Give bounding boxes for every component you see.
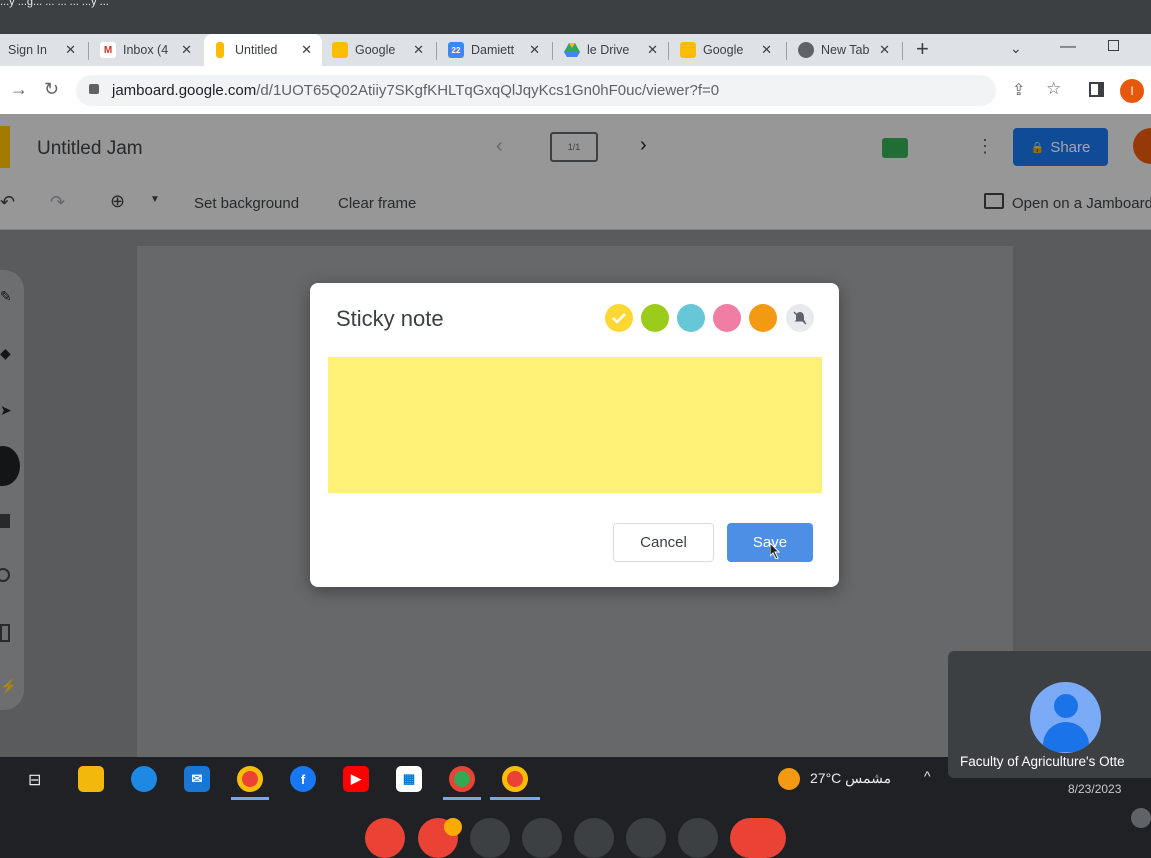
mic-off-button[interactable] (365, 818, 405, 858)
present-button[interactable] (574, 818, 614, 858)
keep-icon (680, 42, 696, 58)
chrome-icon[interactable] (237, 766, 263, 792)
close-icon[interactable]: ✕ (301, 42, 312, 58)
calendar-icon: 22 (448, 42, 464, 58)
tray-chevron-icon[interactable]: ^ (924, 768, 931, 784)
tab-label: Google (703, 43, 744, 57)
reload-icon[interactable]: ↻ (44, 79, 59, 100)
new-tab-button[interactable]: + (916, 36, 929, 62)
color-swatch-yellow[interactable] (605, 304, 633, 332)
tab-damietta[interactable]: 22 Damiett ✕ (440, 34, 550, 66)
lock-icon[interactable] (89, 84, 99, 94)
close-icon[interactable]: ✕ (761, 42, 772, 58)
chrome-meet-icon[interactable] (502, 766, 528, 792)
cancel-label: Cancel (640, 534, 687, 551)
emoji-button[interactable] (522, 818, 562, 858)
share-page-icon[interactable]: ⇪ (1012, 80, 1025, 100)
profile-avatar[interactable]: I (1120, 79, 1144, 103)
sticky-note-text-area[interactable] (328, 357, 822, 493)
tab-inbox[interactable]: M Inbox (4 ✕ (92, 34, 202, 66)
tab-new-tab[interactable]: New Tab ✕ (790, 34, 900, 66)
dialog-title: Sticky note (336, 306, 444, 331)
task-view-icon[interactable]: ⊟ (28, 770, 41, 790)
tab-label: New Tab (821, 43, 870, 57)
forward-icon[interactable]: → (10, 79, 28, 100)
jamboard-icon (216, 42, 224, 58)
restore-icon[interactable] (1108, 40, 1119, 51)
tab-label: Google (355, 43, 396, 57)
taskbar-date[interactable]: 8/23/2023 (1068, 782, 1121, 796)
tab-separator (668, 42, 669, 60)
mail-icon[interactable]: ✉ (184, 766, 210, 792)
weather-text[interactable]: 27°C مشمس (810, 770, 891, 787)
close-icon[interactable]: ✕ (529, 42, 540, 58)
meet-caption: ...y ...g... ... ... ... ...y ... (0, 0, 109, 8)
weather-icon[interactable] (778, 768, 800, 790)
tab-separator (902, 42, 903, 60)
window-top-strip (0, 14, 1151, 34)
drive-icon (564, 42, 580, 58)
participant-count-badge[interactable] (1131, 808, 1151, 828)
tab-google-2[interactable]: Google ✕ (672, 34, 782, 66)
tab-search-icon[interactable]: ⌄ (1010, 40, 1022, 57)
tab-separator (88, 42, 89, 60)
file-explorer-icon[interactable] (78, 766, 104, 792)
color-swatch-pink[interactable] (713, 304, 741, 332)
tab-separator (552, 42, 553, 60)
warning-badge (444, 818, 462, 836)
chrome-profile-icon[interactable] (449, 766, 475, 792)
facebook-icon[interactable]: f (290, 766, 316, 792)
close-icon[interactable]: ✕ (879, 42, 890, 58)
color-swatch-teal[interactable] (677, 304, 705, 332)
more-options-button[interactable] (678, 818, 718, 858)
close-icon[interactable]: ✕ (181, 42, 192, 58)
notifications-off-icon[interactable] (786, 304, 814, 332)
participant-avatar-icon (1030, 682, 1101, 753)
tab-drive[interactable]: le Drive ✕ (556, 34, 668, 66)
gmail-icon: M (100, 42, 116, 58)
close-icon[interactable]: ✕ (65, 42, 76, 58)
check-icon (612, 313, 626, 324)
side-panel-icon[interactable] (1089, 82, 1104, 97)
tab-label: le Drive (587, 43, 630, 57)
store-icon[interactable]: ▦ (396, 766, 422, 792)
cancel-button[interactable]: Cancel (613, 523, 714, 562)
tab-strip: Sign In ✕ M Inbox (4 ✕ Untitled ✕ Google… (0, 34, 1151, 66)
keep-icon (332, 42, 348, 58)
participant-name: Faculty of Agriculture's Otte (960, 754, 1125, 769)
edge-icon[interactable] (131, 766, 157, 792)
url-host: jamboard.google.com (112, 82, 257, 99)
tab-label: Sign In (8, 43, 47, 57)
url-path: /d/1UOT65Q02Atiiy7SKgfKHLTqGxqQlJqyKcs1G… (256, 82, 720, 99)
tab-label: Untitled (235, 43, 278, 57)
close-icon[interactable]: ✕ (647, 42, 658, 58)
close-icon[interactable]: ✕ (413, 42, 424, 58)
tab-separator (786, 42, 787, 60)
mouse-cursor-icon (769, 541, 781, 564)
tab-google-1[interactable]: Google ✕ (324, 34, 434, 66)
tab-untitled[interactable]: Untitled ✕ (204, 34, 322, 66)
leave-call-button[interactable] (730, 818, 786, 858)
tab-label: Inbox (4 (123, 43, 169, 57)
youtube-icon[interactable]: ▶ (343, 766, 369, 792)
tab-separator (436, 42, 437, 60)
tab-label: Damiett (471, 43, 515, 57)
raise-hand-button[interactable] (626, 818, 666, 858)
bookmark-star-icon[interactable]: ☆ (1046, 79, 1061, 99)
chrome-icon (798, 42, 814, 58)
url-text[interactable]: jamboard.google.com/d/1UOT65Q02Atiiy7SKg… (112, 82, 719, 99)
captions-button[interactable] (470, 818, 510, 858)
minimize-icon[interactable]: — (1060, 38, 1076, 56)
tab-sign-in[interactable]: Sign In ✕ (0, 34, 86, 66)
color-swatch-green[interactable] (641, 304, 669, 332)
color-swatch-orange[interactable] (749, 304, 777, 332)
meet-top-bar: ...y ...g... ... ... ... ...y ... (0, 0, 1151, 14)
